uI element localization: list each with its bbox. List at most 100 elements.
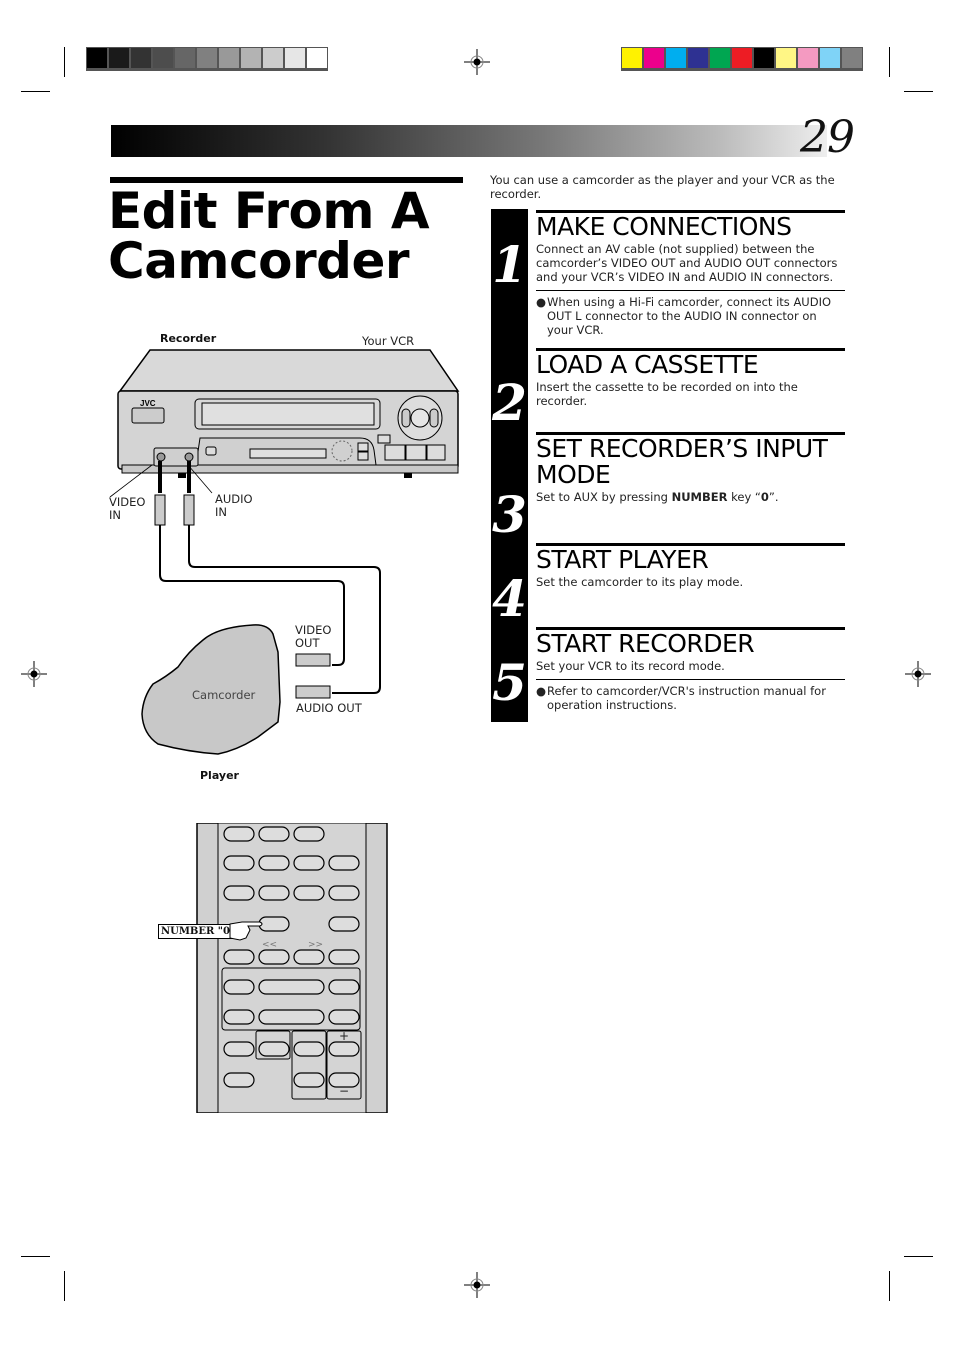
gray-swatch bbox=[285, 48, 305, 68]
pointing-hand-icon bbox=[229, 921, 263, 941]
step-5: START RECORDER Set your VCR to its recor… bbox=[536, 627, 845, 712]
remote-button bbox=[293, 949, 325, 965]
color-swatch bbox=[644, 48, 664, 68]
crop-mark bbox=[889, 1271, 890, 1301]
gray-swatch bbox=[219, 48, 239, 68]
bullet-icon: ● bbox=[536, 295, 547, 309]
color-swatch bbox=[622, 48, 642, 68]
step-note: ● When using a Hi-Fi camcorder, connect … bbox=[536, 295, 845, 337]
remote-button bbox=[258, 885, 290, 901]
page-number: 29 bbox=[800, 112, 855, 163]
remote-button bbox=[223, 826, 255, 842]
step-body: Connect an AV cable (not supplied) betwe… bbox=[536, 242, 838, 284]
gray-swatch bbox=[153, 48, 173, 68]
color-swatch bbox=[776, 48, 796, 68]
bullet-icon: ● bbox=[536, 684, 547, 698]
remote-button bbox=[328, 1009, 360, 1025]
remote-button bbox=[223, 979, 255, 995]
step-1: MAKE CONNECTIONS Connect an AV cable (no… bbox=[536, 210, 845, 337]
step-number-1: 1 bbox=[492, 235, 527, 294]
step-3: SET RECORDER’S INPUT MODE Set to AUX by … bbox=[536, 432, 845, 504]
step-body: Set the camcorder to its play mode. bbox=[536, 575, 744, 589]
gray-swatch bbox=[263, 48, 283, 68]
color-swatch bbox=[710, 48, 730, 68]
remote-control-illustration bbox=[196, 823, 388, 1113]
audio-out-label: AUDIO OUT bbox=[296, 701, 362, 715]
remote-button bbox=[328, 1041, 360, 1057]
step-divider bbox=[536, 679, 845, 680]
crop-mark bbox=[21, 91, 50, 92]
remote-button bbox=[258, 855, 290, 871]
registration-mark-icon bbox=[905, 661, 931, 687]
crop-mark bbox=[904, 1256, 933, 1257]
camcorder-label: Camcorder bbox=[192, 688, 256, 702]
step-number-5: 5 bbox=[492, 653, 527, 712]
remote-button bbox=[223, 855, 255, 871]
step-body: Set to AUX by pressing NUMBER key “0”. bbox=[536, 490, 845, 504]
number-0-callout-text: NUMBER "0" bbox=[161, 926, 236, 937]
remote-button bbox=[293, 1041, 325, 1057]
remote-button bbox=[293, 1072, 325, 1088]
remote-button bbox=[223, 949, 255, 965]
remote-button bbox=[293, 826, 325, 842]
remote-button bbox=[258, 1041, 290, 1057]
crop-mark bbox=[21, 1256, 50, 1257]
remote-button bbox=[258, 949, 290, 965]
color-swatch bbox=[820, 48, 840, 68]
step-body-text: ”. bbox=[768, 490, 779, 504]
step-body-text: Set to AUX by pressing bbox=[536, 490, 672, 504]
step-heading: LOAD A CASSETTE bbox=[536, 350, 759, 379]
step-body: Insert the cassette to be recorded on in… bbox=[536, 380, 798, 408]
step-body-text: key “ bbox=[727, 490, 761, 504]
gray-swatch bbox=[109, 48, 129, 68]
remote-button bbox=[223, 1009, 255, 1025]
registration-mark-icon bbox=[21, 661, 47, 687]
crop-mark bbox=[64, 1271, 65, 1301]
volume-plus-symbol: + bbox=[339, 1029, 350, 1043]
step-body-key: 0 bbox=[760, 490, 769, 504]
header-gradient-bar bbox=[111, 125, 827, 157]
player-label: Player bbox=[200, 769, 239, 782]
crop-mark bbox=[64, 47, 65, 77]
remote-button bbox=[258, 979, 325, 995]
gray-swatch bbox=[241, 48, 261, 68]
video-out-label: VIDEO OUT bbox=[295, 623, 332, 650]
registration-mark-icon bbox=[464, 49, 490, 75]
remote-button bbox=[258, 1009, 325, 1025]
gray-swatch bbox=[197, 48, 217, 68]
step-number-4: 4 bbox=[492, 569, 527, 628]
step-note-text: Refer to camcorder/VCR's instruction man… bbox=[547, 684, 826, 712]
crop-mark bbox=[904, 91, 933, 92]
page-title-line-1: Edit From A bbox=[108, 182, 430, 240]
remote-button bbox=[223, 885, 255, 901]
step-body: Set your VCR to its record mode. bbox=[536, 659, 725, 673]
crop-mark bbox=[889, 47, 890, 77]
step-heading: MAKE CONNECTIONS bbox=[536, 212, 792, 241]
remote-button bbox=[328, 855, 360, 871]
remote-button bbox=[223, 1041, 255, 1057]
step-number-2: 2 bbox=[492, 373, 527, 432]
step-heading: START RECORDER bbox=[536, 629, 755, 658]
recorder-label: Recorder bbox=[160, 332, 217, 345]
gray-swatch bbox=[175, 48, 195, 68]
remote-button bbox=[293, 855, 325, 871]
remote-button bbox=[258, 826, 290, 842]
gray-swatch bbox=[131, 48, 151, 68]
step-heading: START PLAYER bbox=[536, 545, 709, 574]
page-title: Edit From A Camcorder bbox=[108, 182, 430, 290]
number-0-callout: NUMBER "0" bbox=[158, 924, 239, 939]
remote-button bbox=[328, 979, 360, 995]
remote-button bbox=[328, 949, 360, 965]
intro-text: You can use a camcorder as the player an… bbox=[490, 173, 835, 201]
step-number-3: 3 bbox=[492, 485, 527, 544]
ff-symbol: >> bbox=[308, 940, 324, 950]
gray-swatch bbox=[87, 48, 107, 68]
step-body-key-name: NUMBER bbox=[671, 490, 728, 504]
page-title-line-2: Camcorder bbox=[108, 232, 410, 290]
remote-button bbox=[328, 916, 360, 932]
color-swatch bbox=[666, 48, 686, 68]
remote-button bbox=[223, 1072, 255, 1088]
step-note-text: When using a Hi-Fi camcorder, connect it… bbox=[547, 295, 832, 337]
audio-in-label: AUDIO IN bbox=[215, 492, 253, 519]
color-swatch bbox=[688, 48, 708, 68]
